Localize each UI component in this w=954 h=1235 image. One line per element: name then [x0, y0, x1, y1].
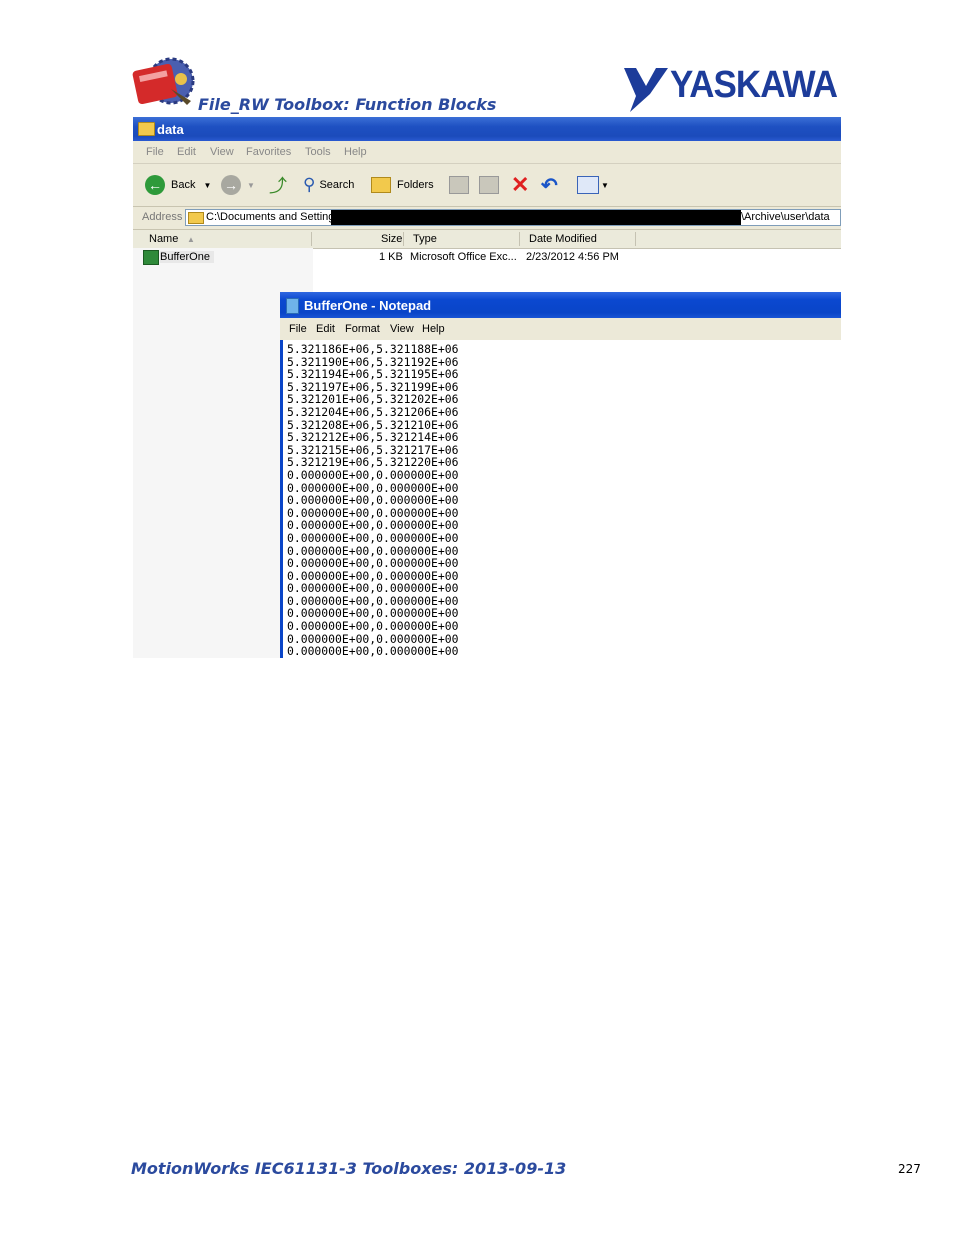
chevron-down-icon: ▼: [203, 180, 212, 190]
folders-button[interactable]: Folders: [371, 174, 434, 196]
search-button[interactable]: ⚲ Search: [303, 174, 354, 196]
page-number: 227: [898, 1162, 921, 1176]
explorer-toolbar: ← Back ▼ → ▼ ⤴ ⚲ Search Folders ✕ ↶ ▼: [133, 164, 841, 207]
explorer-titlebar[interactable]: data: [133, 117, 841, 141]
copy-to-button[interactable]: [479, 174, 499, 196]
page-header-title: File_RW Toolbox: Function Blocks: [198, 95, 497, 114]
file-type: Microsoft Office Exc...: [410, 251, 517, 263]
views-icon: [577, 176, 599, 194]
menu-view[interactable]: View: [210, 146, 234, 158]
redacted-path-segment: [331, 210, 741, 225]
menu-file[interactable]: File: [146, 146, 164, 158]
notepad-window-title: BufferOne - Notepad: [304, 298, 432, 313]
back-arrow-icon: ←: [145, 175, 165, 195]
address-path-start: C:\Documents and Settings: [206, 211, 340, 223]
chevron-down-icon: ▼: [601, 180, 609, 190]
move-to-icon: [449, 176, 469, 194]
notepad-window: BufferOne - Notepad File Edit Format Vie…: [280, 292, 841, 658]
notepad-frame-left: [280, 340, 283, 658]
explorer-window-title: data: [157, 122, 184, 137]
back-label: Back: [171, 179, 196, 191]
forward-button[interactable]: → ▼: [221, 174, 255, 196]
copy-to-icon: [479, 176, 499, 194]
address-bar: Address C:\Documents and Settings \Archi…: [133, 207, 841, 230]
menu-favorites[interactable]: Favorites: [246, 146, 291, 158]
sort-ascending-icon: ▲: [187, 235, 195, 244]
file-size: 1 KB: [379, 251, 403, 263]
up-arrow-icon: ⤴: [269, 176, 287, 196]
folders-icon: [371, 177, 391, 193]
toolbox-logo-icon: [131, 55, 199, 113]
folders-label: Folders: [397, 179, 434, 191]
column-type[interactable]: Type: [413, 233, 437, 245]
menu-help[interactable]: Help: [344, 146, 367, 158]
menu-tools[interactable]: Tools: [305, 146, 331, 158]
footer-title: MotionWorks IEC61131-3 Toolboxes: 2013-0…: [131, 1159, 567, 1178]
brand-wordmark: YASKAWA: [670, 64, 838, 106]
undo-icon: ↶: [541, 174, 558, 197]
notepad-menu-edit[interactable]: Edit: [316, 323, 335, 335]
column-name[interactable]: Name: [149, 233, 178, 245]
search-icon: ⚲: [303, 175, 316, 194]
excel-file-icon: [143, 250, 159, 265]
notepad-menubar: File Edit Format View Help: [280, 318, 841, 340]
column-date-modified[interactable]: Date Modified: [529, 233, 597, 245]
file-name: BufferOne: [160, 251, 214, 263]
folder-icon: [188, 212, 204, 224]
notepad-titlebar[interactable]: BufferOne - Notepad: [280, 292, 841, 318]
undo-button[interactable]: ↶: [541, 174, 558, 197]
delete-button[interactable]: ✕: [511, 172, 530, 197]
notepad-menu-view[interactable]: View: [390, 323, 414, 335]
file-row[interactable]: BufferOne 1 KB Microsoft Office Exc... 2…: [133, 248, 841, 266]
address-label: Address: [142, 211, 183, 223]
delete-x-icon: ✕: [511, 172, 530, 197]
file-list-header: Name ▲ Size Type Date Modified: [133, 230, 841, 249]
explorer-screenshot: data File Edit View Favorites Tools Help…: [133, 117, 841, 658]
search-label: Search: [319, 179, 355, 191]
yaskawa-logo: YASKAWA: [622, 66, 844, 112]
notepad-icon: [286, 298, 299, 314]
explorer-menubar: File Edit View Favorites Tools Help: [133, 141, 841, 164]
address-input[interactable]: C:\Documents and Settings \Archive\user\…: [185, 209, 841, 226]
up-folder-button[interactable]: ⤴: [269, 174, 287, 196]
file-modified: 2/23/2012 4:56 PM: [526, 251, 619, 263]
notepad-menu-file[interactable]: File: [289, 323, 307, 335]
notepad-menu-format[interactable]: Format: [345, 323, 380, 335]
chevron-down-icon: ▼: [247, 180, 255, 190]
move-to-button[interactable]: [449, 174, 469, 196]
folder-icon: [138, 122, 155, 136]
yaskawa-mark-icon: [624, 68, 668, 112]
address-path-end: \Archive\user\data: [741, 211, 830, 223]
column-size[interactable]: Size: [381, 233, 402, 245]
notepad-text-area[interactable]: 5.321186E+06,5.321188E+06 5.321190E+06,5…: [287, 343, 458, 658]
menu-edit[interactable]: Edit: [177, 146, 196, 158]
back-button[interactable]: ← Back ▼: [145, 174, 211, 196]
views-button[interactable]: ▼: [577, 174, 609, 196]
notepad-menu-help[interactable]: Help: [422, 323, 445, 335]
forward-arrow-icon: →: [221, 175, 241, 195]
